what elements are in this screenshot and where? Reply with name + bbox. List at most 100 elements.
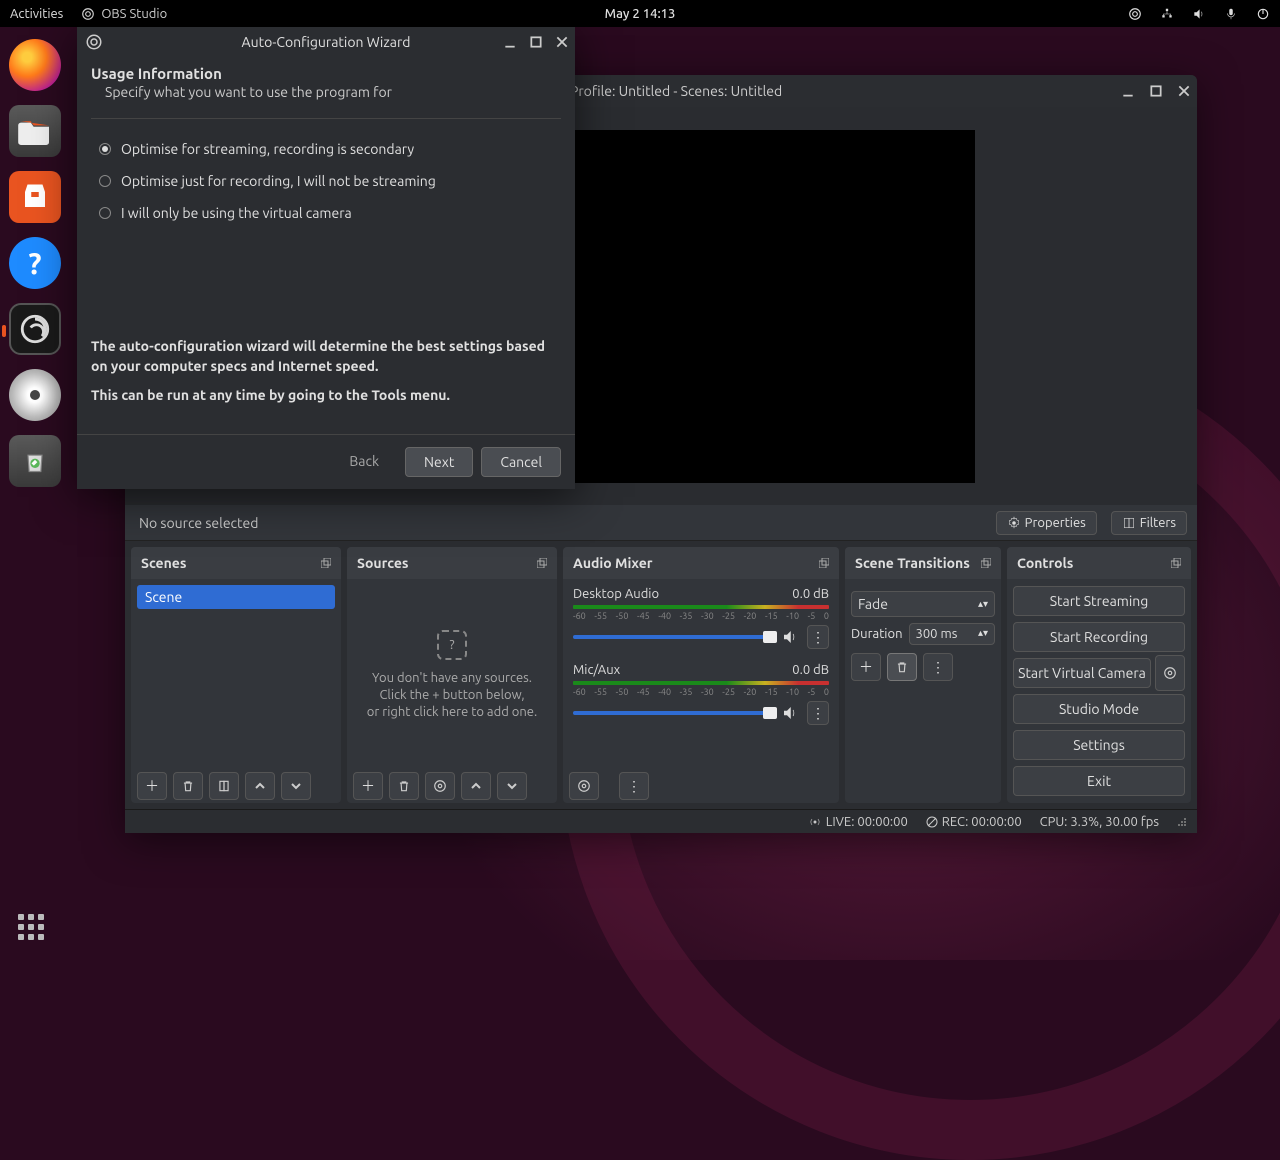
radio-icon bbox=[99, 175, 111, 187]
sources-empty[interactable]: ? You don't have any sources. Click the … bbox=[351, 583, 553, 765]
back-button[interactable]: Back bbox=[331, 447, 397, 477]
minimize-icon[interactable] bbox=[1121, 84, 1135, 98]
track-menu-button[interactable]: ⋮ bbox=[807, 701, 829, 725]
dock-trash[interactable] bbox=[9, 435, 61, 487]
close-icon[interactable] bbox=[1177, 84, 1191, 98]
obs-tray-icon[interactable] bbox=[1128, 7, 1142, 21]
mixer-track-mic: Mic/Aux0.0 dB -60-55-50-45-40-35-30-25-2… bbox=[573, 663, 829, 725]
mixer-settings-button[interactable] bbox=[569, 772, 599, 800]
dock-software[interactable] bbox=[9, 171, 61, 223]
track-menu-button[interactable]: ⋮ bbox=[807, 625, 829, 649]
dock-disc[interactable] bbox=[9, 369, 61, 421]
volume-slider[interactable] bbox=[573, 711, 773, 715]
wizard-subheading: Specify what you want to use the program… bbox=[105, 84, 561, 100]
cancel-button[interactable]: Cancel bbox=[481, 447, 561, 477]
source-toolbar: No source selected Properties Filters bbox=[125, 505, 1197, 541]
mixer-track-desktop: Desktop Audio0.0 dB -60-55-50-45-40-35-3… bbox=[573, 587, 829, 649]
minimize-icon[interactable] bbox=[503, 35, 517, 49]
start-recording-button[interactable]: Start Recording bbox=[1013, 622, 1185, 652]
meter-ticks: -60-55-50-45-40-35-30-25-20-15-10-50 bbox=[573, 611, 829, 621]
meter bbox=[573, 605, 829, 609]
dock-obs[interactable] bbox=[9, 303, 61, 355]
resize-grip-icon[interactable] bbox=[1177, 817, 1187, 827]
radio-recording[interactable]: Optimise just for recording, I will not … bbox=[99, 173, 553, 189]
transition-add-button[interactable]: ＋ bbox=[851, 653, 881, 681]
dock-help[interactable]: ? bbox=[9, 237, 61, 289]
activities-button[interactable]: Activities bbox=[10, 7, 63, 21]
gnome-topbar: Activities OBS Studio May 2 14:13 bbox=[0, 0, 1280, 27]
topbar-app-name: OBS Studio bbox=[101, 7, 167, 21]
auto-config-wizard: Auto-Configuration Wizard Usage Informat… bbox=[77, 27, 575, 489]
maximize-icon[interactable] bbox=[1149, 84, 1163, 98]
popout-icon[interactable] bbox=[819, 558, 829, 568]
duration-label: Duration bbox=[851, 627, 903, 641]
scene-remove-button[interactable] bbox=[173, 772, 203, 800]
radio-streaming[interactable]: Optimise for streaming, recording is sec… bbox=[99, 141, 553, 157]
cpu-status: CPU: 3.3%, 30.00 fps bbox=[1040, 815, 1159, 829]
source-up-button[interactable] bbox=[461, 772, 491, 800]
topbar-app[interactable]: OBS Studio bbox=[81, 7, 167, 21]
properties-button[interactable]: Properties bbox=[996, 511, 1097, 535]
scene-item[interactable]: Scene bbox=[137, 585, 335, 609]
volume-slider[interactable] bbox=[573, 635, 773, 639]
dock-firefox[interactable] bbox=[9, 39, 61, 91]
wizard-title: Auto-Configuration Wizard bbox=[242, 34, 411, 50]
clock[interactable]: May 2 14:13 bbox=[605, 7, 676, 21]
source-down-button[interactable] bbox=[497, 772, 527, 800]
popout-icon[interactable] bbox=[321, 558, 331, 568]
exit-button[interactable]: Exit bbox=[1013, 766, 1185, 796]
virtual-cam-settings-button[interactable] bbox=[1155, 655, 1185, 691]
next-button[interactable]: Next bbox=[405, 447, 473, 477]
network-icon[interactable] bbox=[1160, 7, 1174, 21]
gear-icon bbox=[1007, 516, 1021, 530]
wizard-note-2: This can be run at any time by going to … bbox=[91, 386, 561, 406]
duration-input[interactable]: 300 ms ▴▾ bbox=[909, 623, 996, 645]
scenes-title: Scenes bbox=[141, 555, 186, 571]
wizard-heading: Usage Information bbox=[91, 65, 561, 82]
source-settings-button[interactable] bbox=[425, 772, 455, 800]
transition-remove-button[interactable] bbox=[887, 653, 917, 681]
settings-button[interactable]: Settings bbox=[1013, 730, 1185, 760]
scene-up-button[interactable] bbox=[245, 772, 275, 800]
start-virtual-camera-button[interactable]: Start Virtual Camera bbox=[1013, 658, 1151, 688]
close-icon[interactable] bbox=[555, 35, 569, 49]
speaker-icon[interactable] bbox=[781, 704, 799, 722]
power-icon[interactable] bbox=[1256, 7, 1270, 21]
maximize-icon[interactable] bbox=[529, 35, 543, 49]
meter-ticks: -60-55-50-45-40-35-30-25-20-15-10-50 bbox=[573, 687, 829, 697]
show-applications[interactable] bbox=[18, 914, 52, 948]
scene-down-button[interactable] bbox=[281, 772, 311, 800]
controls-title: Controls bbox=[1017, 555, 1073, 571]
popout-icon[interactable] bbox=[1171, 558, 1181, 568]
controls-panel: Controls Start Streaming Start Recording… bbox=[1007, 547, 1191, 803]
radio-icon bbox=[99, 143, 111, 155]
speaker-icon[interactable] bbox=[781, 628, 799, 646]
start-streaming-button[interactable]: Start Streaming bbox=[1013, 586, 1185, 616]
filters-button[interactable]: Filters bbox=[1111, 511, 1187, 535]
radio-icon bbox=[99, 207, 111, 219]
source-add-button[interactable]: ＋ bbox=[353, 772, 383, 800]
ubuntu-dock: ? bbox=[0, 27, 70, 960]
sources-panel: Sources ? You don't have any sources. Cl… bbox=[347, 547, 557, 803]
transition-menu-button[interactable]: ⋮ bbox=[923, 653, 953, 681]
scene-filter-button[interactable] bbox=[209, 772, 239, 800]
meter bbox=[573, 681, 829, 685]
transitions-panel: Scene Transitions Fade ▴▾ Duration 300 m… bbox=[845, 547, 1001, 803]
dock-files[interactable] bbox=[9, 105, 61, 157]
wizard-note-1: The auto-configuration wizard will deter… bbox=[91, 337, 561, 376]
mic-icon[interactable] bbox=[1224, 7, 1238, 21]
popout-icon[interactable] bbox=[537, 558, 547, 568]
obs-title: rc1 - Profile: Untitled - Scenes: Untitl… bbox=[540, 83, 782, 99]
unknown-icon: ? bbox=[437, 630, 467, 660]
live-status: LIVE: 00:00:00 bbox=[808, 815, 908, 829]
mixer-menu-button[interactable]: ⋮ bbox=[619, 772, 649, 800]
transition-select[interactable]: Fade ▴▾ bbox=[851, 591, 995, 617]
scenes-panel: Scenes Scene ＋ bbox=[131, 547, 341, 803]
popout-icon[interactable] bbox=[981, 558, 991, 568]
radio-virtual-camera[interactable]: I will only be using the virtual camera bbox=[99, 205, 553, 221]
rec-status: REC: 00:00:00 bbox=[926, 815, 1022, 829]
scene-add-button[interactable]: ＋ bbox=[137, 772, 167, 800]
source-remove-button[interactable] bbox=[389, 772, 419, 800]
studio-mode-button[interactable]: Studio Mode bbox=[1013, 694, 1185, 724]
volume-icon[interactable] bbox=[1192, 7, 1206, 21]
